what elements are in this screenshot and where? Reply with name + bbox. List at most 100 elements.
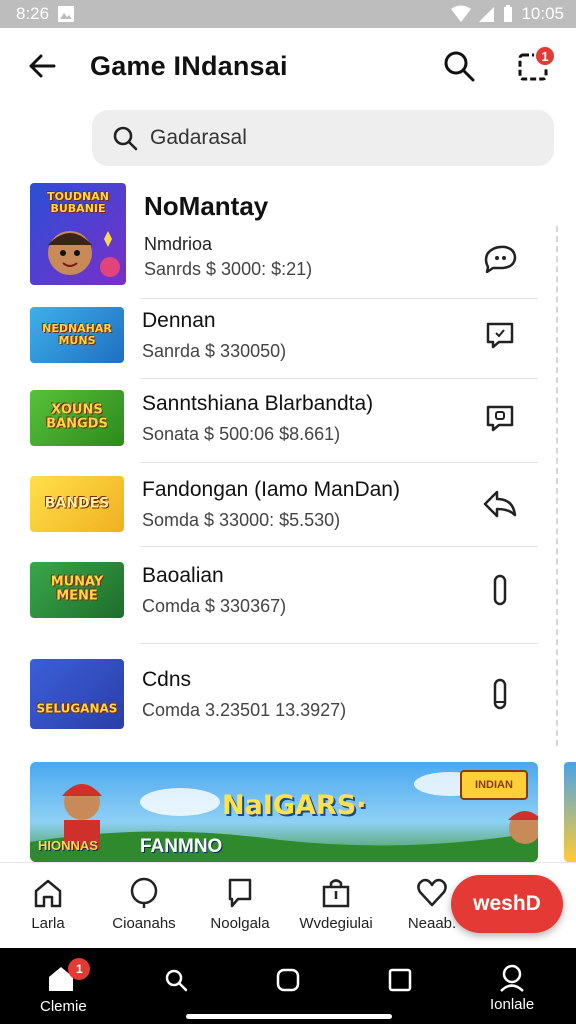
- search-icon: [444, 51, 475, 82]
- tab-home[interactable]: Larla: [0, 863, 96, 948]
- banner-left-tag: HIONNAS: [38, 838, 98, 853]
- game-title: Baoalian: [142, 563, 224, 587]
- next-banner-peek[interactable]: [564, 762, 576, 862]
- tab-shop[interactable]: Wvdegiulai: [288, 863, 384, 948]
- game-thumbnail: NEDNAHAR MUNS: [30, 307, 124, 363]
- game-row[interactable]: SELUGANAS Cdns Comda 3.23501 13.3927): [30, 659, 538, 729]
- game-thumbnail: MUNAY MENE: [30, 562, 124, 618]
- system-overview-button[interactable]: [276, 968, 300, 992]
- tab-label: Wvdegiulai: [299, 915, 373, 932]
- system-right-label: Ionlale: [490, 996, 535, 1013]
- banner-subtitle: FANMNO: [140, 836, 223, 857]
- chat-bubble-icon: [484, 245, 517, 273]
- system-badge: 1: [68, 958, 91, 980]
- game-detail: Sonata $ 500:06 $8.661): [142, 423, 341, 444]
- system-search-button[interactable]: [164, 968, 188, 992]
- status-bar: 8:26 10:05: [0, 0, 576, 28]
- game-row[interactable]: MUNAY MENE Baoalian Comda $ 330367): [30, 562, 538, 618]
- share-button[interactable]: [480, 484, 520, 524]
- game-row[interactable]: BANDES Fandongan (Iamo ManDan) Somda $ 3…: [30, 476, 538, 532]
- game-thumbnail: BANDES: [30, 476, 124, 532]
- row-divider: [140, 378, 538, 379]
- system-profile-button[interactable]: Ionlale: [490, 964, 534, 1013]
- featured-game-title: NoMantay: [144, 191, 269, 221]
- featured-game-row[interactable]: TOUDNAN BUBANIE NoMantay Nmdrioa Sanrds …: [30, 183, 538, 285]
- row-divider: [140, 643, 538, 644]
- tab-label: Cioanahs: [112, 915, 176, 932]
- back-button[interactable]: [20, 44, 64, 88]
- square-icon: [388, 968, 412, 992]
- photo-icon: [57, 5, 75, 23]
- status-time-left: 8:26: [16, 4, 50, 23]
- notification-badge: 1: [534, 45, 556, 67]
- featured-game-thumbnail: TOUDNAN BUBANIE: [30, 183, 126, 285]
- battery-icon: [503, 5, 513, 23]
- featured-game-detail: Sanrds $ 3000: $:21): [144, 259, 313, 279]
- scroll-guide: [556, 226, 558, 746]
- promo-banner[interactable]: INDIAN NaIGARS· HIONNAS FANMNO: [30, 762, 538, 862]
- featured-game-subtitle: Nmdrioa: [144, 234, 213, 254]
- chat-icon: [228, 878, 252, 908]
- character-icon: [48, 231, 120, 277]
- home-gesture-pill[interactable]: [186, 1014, 392, 1019]
- page-title: Game INdansai: [90, 50, 288, 81]
- bag-icon: [322, 879, 350, 908]
- system-left-label: Clemie: [40, 998, 87, 1015]
- featured-chat-button[interactable]: [480, 239, 520, 279]
- search-icon: [113, 126, 138, 151]
- thumbnail-text: XOUNS BANGDS: [46, 402, 108, 432]
- banner-title: NaIGARS·: [222, 790, 367, 821]
- system-recents-button[interactable]: [388, 968, 412, 992]
- notifications-button[interactable]: 1: [510, 43, 556, 89]
- tab-messages[interactable]: Noolgala: [192, 863, 288, 948]
- thumbnail-text: SELUGANAS: [36, 701, 118, 716]
- search-input[interactable]: [150, 126, 510, 150]
- home-icon: [34, 879, 62, 908]
- app-bar: Game INdansai 1: [0, 28, 576, 104]
- game-title: Dennan: [142, 308, 216, 332]
- game-detail: Comda $ 330367): [142, 595, 287, 616]
- game-title: Cdns: [142, 667, 192, 691]
- banner-tag: INDIAN: [460, 770, 528, 800]
- thumbnail-text: BANDES: [44, 495, 110, 512]
- message-button[interactable]: [480, 398, 520, 438]
- link-icon: [493, 574, 507, 606]
- game-row[interactable]: NEDNAHAR MUNS Dennan Sanrda $ 330050): [30, 307, 538, 363]
- game-thumbnail: XOUNS BANGDS: [30, 390, 124, 446]
- arrow-left-icon: [29, 54, 56, 78]
- primary-action-button[interactable]: weshD: [451, 875, 563, 933]
- row-divider: [140, 462, 538, 463]
- search-bar[interactable]: [92, 110, 554, 166]
- game-thumbnail: SELUGANAS: [30, 659, 124, 729]
- tab-label: Noolgala: [210, 915, 270, 932]
- message-icon: [486, 322, 514, 349]
- row-divider: [140, 546, 538, 547]
- wifi-icon: [451, 5, 472, 23]
- game-detail: Comda 3.23501 13.3927): [142, 699, 347, 720]
- game-detail: Somda $ 33000: $5.530): [142, 509, 341, 530]
- tab-label: Neaab.: [407, 915, 457, 932]
- thumbnail-text: MUNAY MENE: [50, 574, 104, 604]
- row-divider: [140, 298, 538, 299]
- tab-label: Larla: [31, 915, 65, 932]
- thumbnail-text: NEDNAHAR MUNS: [42, 321, 112, 347]
- message-icon: [486, 405, 514, 432]
- game-row[interactable]: XOUNS BANGDS Sanntshiana Blarbandta) Son…: [30, 390, 538, 446]
- game-title: Fandongan (Iamo ManDan): [142, 477, 400, 501]
- pin-icon: [130, 877, 158, 908]
- search-button[interactable]: [436, 43, 482, 89]
- signal-icon: [477, 5, 495, 23]
- link-icon: [493, 678, 507, 710]
- link-button[interactable]: [480, 570, 520, 610]
- system-home-button[interactable]: 1 Clemie: [40, 958, 91, 1015]
- link-button[interactable]: [480, 674, 520, 714]
- game-title: Sanntshiana Blarbandta): [142, 391, 374, 415]
- message-button[interactable]: [480, 315, 520, 355]
- status-time-right: 10:05: [521, 4, 564, 23]
- tab-location[interactable]: Cioanahs: [96, 863, 192, 948]
- search-icon: [165, 969, 188, 992]
- game-detail: Sanrda $ 330050): [142, 340, 287, 361]
- system-navigation-bar: 1 Clemie Ionlale: [0, 948, 576, 1024]
- profile-icon: [500, 964, 524, 992]
- share-back-icon: [483, 490, 517, 518]
